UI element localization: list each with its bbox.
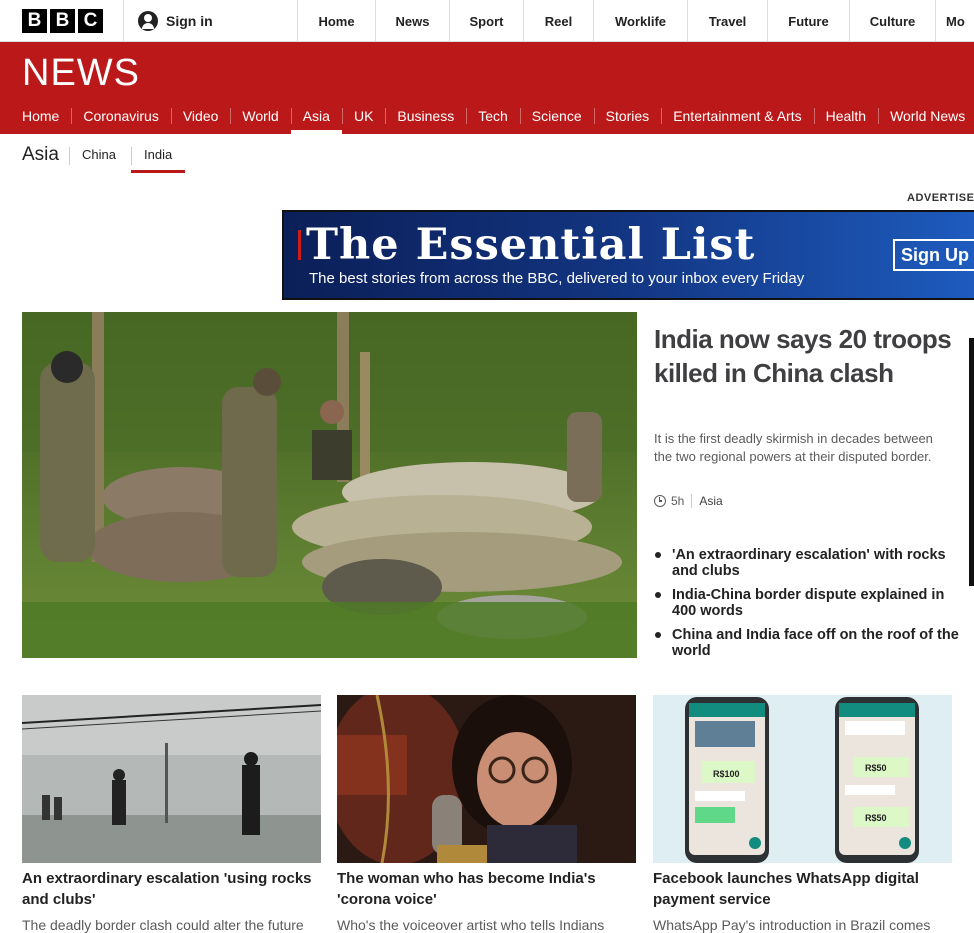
woman-microphone-photo (337, 695, 636, 863)
divider (131, 147, 132, 165)
section-title[interactable]: Asia (22, 144, 59, 166)
news-nav-stories[interactable]: Stories (593, 98, 662, 134)
card-headline[interactable]: Facebook launches WhatsApp digital payme… (653, 868, 953, 910)
phone-amount-top-right: R$50 (865, 763, 887, 773)
lead-story-image[interactable] (22, 312, 637, 658)
sign-in-label: Sign in (166, 13, 213, 29)
news-nav-asia[interactable]: Asia (290, 98, 343, 134)
news-nav-entertainment-arts[interactable]: Entertainment & Arts (661, 98, 813, 134)
news-nav-home[interactable]: Home (0, 98, 71, 134)
news-nav-health[interactable]: Health (813, 98, 878, 134)
section-link-india[interactable]: India (130, 147, 186, 173)
phone-amount-bottom-right: R$50 (865, 813, 887, 823)
divider (123, 0, 124, 42)
card-summary: WhatsApp Pay's introduction in Brazil co… (653, 917, 931, 933)
story-time: 5h (671, 494, 685, 508)
news-masthead: NEWS Home Coronavirus Video World Asia U… (0, 42, 974, 134)
top-nav-more[interactable]: Mo (935, 0, 974, 42)
related-story-link[interactable]: India-China border dispute explained in … (654, 587, 959, 619)
news-logo[interactable]: NEWS (22, 52, 140, 95)
phone-amount-left: R$100 (713, 769, 740, 779)
card-summary: The deadly border clash could alter the … (22, 917, 304, 933)
divider (691, 494, 693, 508)
bbc-logo-letter: B (22, 9, 47, 33)
ad-accent-bar (298, 230, 301, 260)
top-nav-culture[interactable]: Culture (849, 0, 935, 42)
card-image-voice[interactable] (337, 695, 636, 863)
user-icon (138, 11, 158, 31)
bbc-logo-letter: B (50, 9, 75, 33)
top-nav-travel[interactable]: Travel (687, 0, 767, 42)
related-stories: 'An extraordinary escalation' with rocks… (654, 547, 959, 667)
bbc-logo-letter: C (78, 9, 103, 33)
card-image-whatsapp[interactable]: R$100 R$50 R$50 (653, 695, 952, 863)
story-tag-link[interactable]: Asia (699, 494, 722, 508)
news-nav-business[interactable]: Business (385, 98, 466, 134)
card-headline[interactable]: An extraordinary escalation 'using rocks… (22, 868, 322, 910)
bbc-logo[interactable]: B B C (22, 9, 103, 33)
story-meta: 5h Asia (654, 494, 723, 508)
ad-sign-up-button[interactable]: Sign Up (893, 239, 974, 271)
news-nav-world-news[interactable]: World News (878, 98, 974, 134)
top-nav: Home News Sport Reel Worklife Travel Fut… (297, 0, 974, 42)
top-nav-sport[interactable]: Sport (449, 0, 523, 42)
news-nav-science[interactable]: Science (519, 98, 594, 134)
news-nav-tech[interactable]: Tech (466, 98, 520, 134)
news-nav-world[interactable]: World (230, 98, 290, 134)
whatsapp-phones-illustration: R$100 R$50 R$50 (653, 695, 952, 863)
section-link-china[interactable]: China (82, 147, 116, 162)
lead-summary: It is the first deadly skirmish in decad… (654, 431, 933, 464)
news-nav-video[interactable]: Video (170, 98, 231, 134)
top-nav-news[interactable]: News (375, 0, 449, 42)
ad-subtitle: The best stories from across the BBC, de… (309, 270, 805, 287)
news-nav: Home Coronavirus Video World Asia UK Bus… (0, 98, 974, 134)
lead-headline[interactable]: India now says 20 troops killed in China… (654, 322, 954, 390)
top-bar: B B C Sign in Home News Sport Reel Workl… (0, 0, 974, 42)
divider (69, 147, 70, 165)
advertisement-banner[interactable]: The Essential List The best stories from… (282, 210, 974, 300)
news-nav-coronavirus[interactable]: Coronavirus (71, 98, 170, 134)
scrollbar[interactable] (969, 338, 974, 586)
ad-title: The Essential List (306, 220, 756, 270)
top-nav-future[interactable]: Future (767, 0, 849, 42)
advertisement-label: ADVERTISE (907, 192, 974, 204)
clock-icon (654, 495, 666, 507)
border-fog-photo (22, 695, 321, 863)
top-nav-reel[interactable]: Reel (523, 0, 593, 42)
card-image-border[interactable] (22, 695, 321, 863)
top-nav-worklife[interactable]: Worklife (593, 0, 687, 42)
card-summary: Who's the voiceover artist who tells Ind… (337, 917, 605, 933)
card-headline[interactable]: The woman who has become India's 'corona… (337, 868, 637, 910)
related-story-link[interactable]: 'An extraordinary escalation' with rocks… (654, 547, 959, 579)
sign-in-link[interactable]: Sign in (138, 11, 213, 31)
section-nav: Asia China India (0, 134, 974, 176)
news-nav-uk[interactable]: UK (341, 98, 385, 134)
soldiers-bunker-photo (22, 312, 637, 658)
top-nav-home[interactable]: Home (297, 0, 375, 42)
related-story-link[interactable]: China and India face off on the roof of … (654, 627, 959, 659)
